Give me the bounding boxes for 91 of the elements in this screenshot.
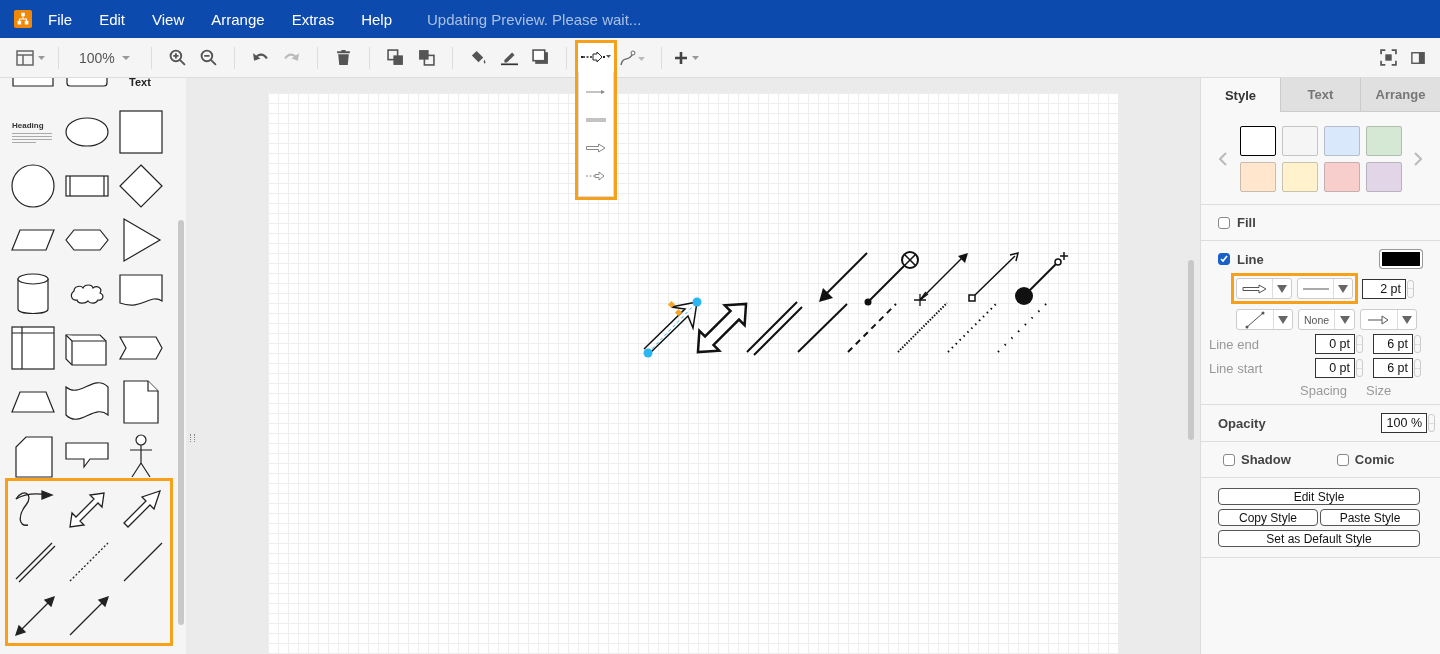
style-swatch[interactable] (1365, 162, 1402, 192)
text-shape[interactable]: Text (112, 78, 168, 86)
circle-shape[interactable] (10, 163, 56, 209)
square-shape[interactable] (118, 109, 164, 155)
status-message: Updating Preview. Please wait... (427, 10, 642, 28)
zoom-in-icon[interactable] (168, 49, 186, 66)
caret-icon (1340, 315, 1350, 324)
option-checkbox[interactable] (1223, 453, 1235, 466)
style-swatch[interactable] (1323, 126, 1360, 156)
style-swatch[interactable] (1365, 126, 1402, 156)
option-label: Shadow (1241, 452, 1291, 467)
to-front-icon[interactable] (386, 49, 404, 66)
style-button[interactable]: Set as Default Style (1218, 530, 1420, 547)
to-back-icon[interactable] (417, 49, 435, 66)
style-button[interactable]: Edit Style (1218, 488, 1420, 505)
caret-icon (1277, 284, 1287, 293)
spacing-field[interactable]: 0 pt (1315, 334, 1355, 354)
option-checkbox[interactable] (1336, 453, 1349, 466)
resize-handle[interactable] (190, 434, 195, 442)
line-start-label: Line start (1209, 360, 1264, 376)
caret-icon (1402, 315, 1412, 324)
app-logo-icon (14, 10, 32, 28)
menu-item[interactable]: View (152, 10, 185, 28)
fill-color-icon[interactable] (469, 49, 487, 66)
line-label: Line (1237, 251, 1264, 267)
selected-link-arrow[interactable] (643, 297, 702, 358)
scrollbar[interactable] (178, 220, 184, 625)
panel-toggle-icon[interactable] (1411, 50, 1425, 65)
fill-label: Fill (1237, 215, 1256, 230)
fill-checkbox[interactable] (1218, 216, 1230, 229)
circle-cross-connector[interactable] (864, 251, 919, 306)
connector-arrow-icon (580, 52, 611, 62)
style-swatch[interactable] (1239, 162, 1276, 192)
scrollbar[interactable] (1188, 260, 1194, 440)
option-label: Comic (1354, 452, 1395, 467)
double-line-icon (585, 117, 606, 122)
dotted-line[interactable] (997, 301, 1049, 353)
line-end-label: Line end (1209, 336, 1260, 352)
caret-icon (1278, 315, 1288, 324)
line-color-button[interactable] (1379, 249, 1423, 269)
square-start-arrow[interactable] (968, 251, 1020, 302)
spacing-field[interactable]: 0 pt (1315, 358, 1355, 378)
connector-type-select[interactable] (1236, 278, 1292, 299)
menu-item[interactable]: Arrange (211, 10, 265, 28)
menu-item[interactable]: File (48, 10, 73, 28)
style-swatch[interactable] (1239, 126, 1276, 156)
size-field[interactable]: 6 pt (1373, 358, 1413, 378)
format-toggle-button[interactable] (14, 49, 48, 66)
line-start-select[interactable]: None (1298, 309, 1355, 330)
column-label: Spacing (1300, 383, 1347, 398)
fullscreen-icon[interactable] (1380, 49, 1397, 66)
diamond-shape[interactable] (118, 163, 164, 209)
menu-item[interactable]: Help (361, 10, 393, 28)
caret-icon (1338, 284, 1348, 293)
straight-line[interactable] (797, 303, 848, 353)
menu-item[interactable]: Extras (291, 10, 335, 28)
layout-icon (16, 49, 46, 66)
line-pattern-select[interactable] (1297, 278, 1353, 299)
shadow-icon[interactable] (531, 49, 549, 66)
opacity-field[interactable]: 100 % (1381, 413, 1427, 433)
many-to-one-arrow[interactable] (913, 253, 968, 307)
dashed-line[interactable] (847, 303, 897, 353)
classic-arrow[interactable] (819, 252, 868, 302)
line-width-field[interactable]: 2 pt (1362, 278, 1406, 299)
line-checkbox[interactable] (1218, 253, 1230, 265)
menu-item[interactable]: Edit (99, 10, 126, 28)
dotted-line[interactable] (947, 302, 998, 353)
style-button[interactable]: Paste Style (1320, 509, 1420, 526)
arrow-icon (585, 88, 606, 95)
opacity-label: Opacity (1218, 415, 1266, 431)
caret-icon (120, 54, 131, 61)
style-button[interactable]: Copy Style (1218, 509, 1318, 526)
size-field[interactable]: 6 pt (1373, 334, 1413, 354)
hollow-arrow-icon (1242, 283, 1268, 294)
column-label: Size (1366, 383, 1392, 398)
hollow-arrow-icon (585, 142, 606, 153)
bidirectional-arrow-shape[interactable] (12, 593, 58, 639)
dotted-line[interactable] (897, 302, 948, 353)
double-block-arrow[interactable] (696, 302, 748, 354)
hollow-arrow-icon (585, 170, 606, 181)
zoom-out-icon[interactable] (199, 49, 217, 66)
style-swatch[interactable] (1323, 162, 1360, 192)
waypoint-style-select[interactable] (1236, 309, 1293, 330)
solid-line-icon (1303, 286, 1329, 291)
delete-icon[interactable] (334, 49, 352, 66)
line-end-select[interactable] (1360, 309, 1417, 330)
link-connector[interactable] (746, 301, 803, 356)
dot-start-connector[interactable] (1015, 251, 1069, 305)
connector-style-button[interactable] (577, 42, 614, 72)
zoom-select[interactable]: 100% (69, 49, 141, 66)
internal-storage-shape[interactable] (10, 325, 56, 371)
